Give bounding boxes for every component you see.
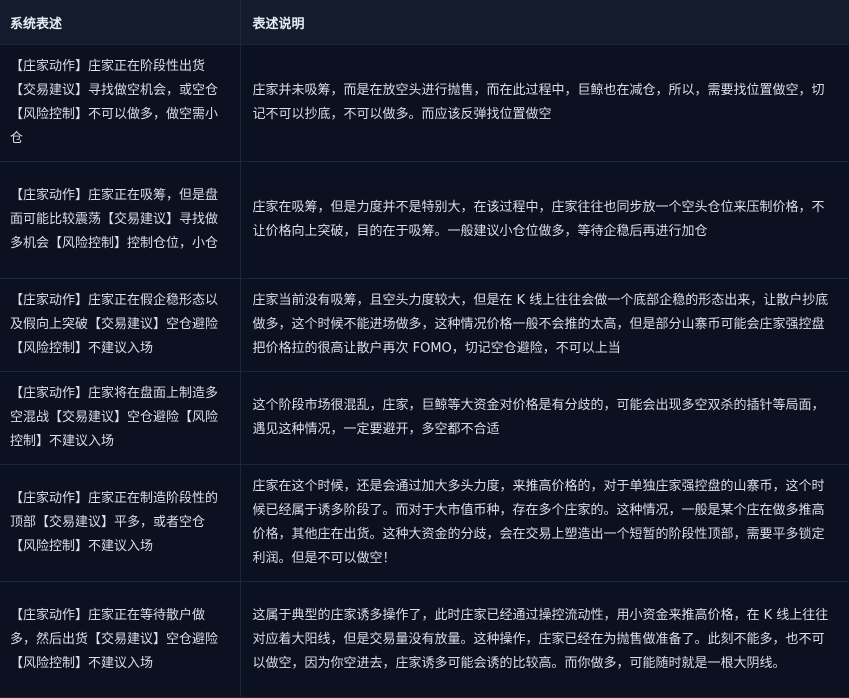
- header-system-description: 系统表述: [0, 0, 241, 45]
- table-row: 【庄家动作】庄家正在吸筹，但是盘面可能比较震荡【交易建议】寻找做多机会【风险控制…: [0, 161, 849, 279]
- explanation-cell: 这个阶段市场很混乱，庄家，巨鲸等大资金对价格是有分歧的，可能会出现多空双杀的插针…: [240, 371, 849, 465]
- system-cell: 【庄家动作】庄家正在制造阶段性的顶部【交易建议】平多，或者空仓【风险控制】不建议…: [0, 464, 241, 582]
- system-cell: 【庄家动作】庄家正在假企稳形态以及假向上突破【交易建议】空仓避险【风险控制】不建…: [0, 278, 241, 372]
- explanation-cell: 庄家在这个时候，还是会通过加大多头力度，来推高价格的，对于单独庄家强控盘的山寨币…: [240, 464, 849, 582]
- system-cell: 【庄家动作】庄家正在阶段性出货【交易建议】寻找做空机会，或空仓【风险控制】不可以…: [0, 44, 241, 162]
- system-cell: 【庄家动作】庄家正在吸筹，但是盘面可能比较震荡【交易建议】寻找做多机会【风险控制…: [0, 161, 241, 279]
- explanation-cell: 庄家并未吸筹，而是在放空头进行抛售，而在此过程中，巨鲸也在减仓，所以，需要找位置…: [240, 44, 849, 162]
- table-row: 【庄家动作】庄家正在阶段性出货【交易建议】寻找做空机会，或空仓【风险控制】不可以…: [0, 44, 849, 162]
- table-row: 【庄家动作】庄家正在制造阶段性的顶部【交易建议】平多，或者空仓【风险控制】不建议…: [0, 464, 849, 582]
- explanation-cell: 这属于典型的庄家诱多操作了，此时庄家已经通过操控流动性，用小资金来推高价格，在 …: [240, 581, 849, 698]
- table-header-row: 系统表述 表述说明: [0, 0, 849, 45]
- explanation-cell: 庄家当前没有吸筹，且空头力度较大，但是在 K 线上往往会做一个底部企稳的形态出来…: [240, 278, 849, 372]
- header-explanation: 表述说明: [240, 0, 849, 45]
- table-row: 【庄家动作】庄家正在等待散户做多，然后出货【交易建议】空仓避险【风险控制】不建议…: [0, 581, 849, 698]
- explanation-cell: 庄家在吸筹，但是力度并不是特别大，在该过程中，庄家往往也同步放一个空头仓位来压制…: [240, 161, 849, 279]
- table-row: 【庄家动作】庄家将在盘面上制造多空混战【交易建议】空仓避险【风险控制】不建议入场…: [0, 371, 849, 465]
- strategy-table: 系统表述 表述说明 【庄家动作】庄家正在阶段性出货【交易建议】寻找做空机会，或空…: [0, 0, 849, 698]
- table-row: 【庄家动作】庄家正在假企稳形态以及假向上突破【交易建议】空仓避险【风险控制】不建…: [0, 278, 849, 372]
- system-cell: 【庄家动作】庄家正在等待散户做多，然后出货【交易建议】空仓避险【风险控制】不建议…: [0, 581, 241, 698]
- system-cell: 【庄家动作】庄家将在盘面上制造多空混战【交易建议】空仓避险【风险控制】不建议入场: [0, 371, 241, 465]
